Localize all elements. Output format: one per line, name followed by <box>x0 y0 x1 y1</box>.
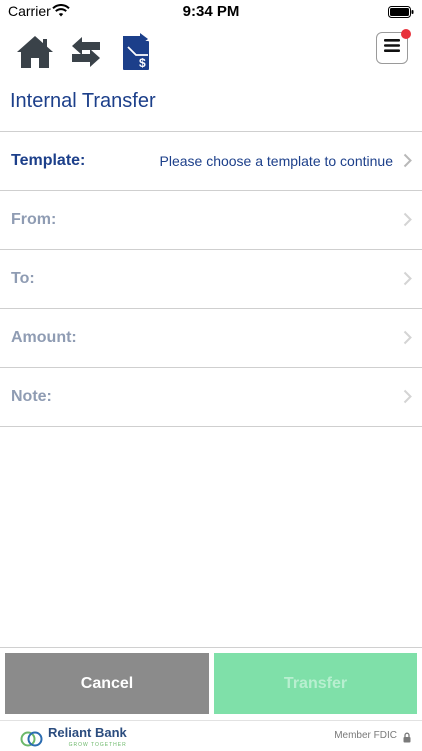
page-title: Internal Transfer <box>10 90 156 112</box>
note-row[interactable]: Note: <box>0 368 422 427</box>
transfer-money-icon[interactable]: $ <box>117 32 157 72</box>
note-label: Note: <box>11 388 52 405</box>
fdic-label: Member FDIC <box>334 730 397 741</box>
transfer-arrows-icon[interactable] <box>66 32 106 72</box>
chevron-right-icon <box>403 153 412 173</box>
bank-logo: Reliant Bank GROW TOGETHER <box>20 725 127 751</box>
lock-icon <box>403 730 411 748</box>
toolbar: $ <box>0 28 422 76</box>
divider <box>0 647 422 648</box>
from-label: From: <box>11 211 57 228</box>
amount-label: Amount: <box>11 329 77 346</box>
footer: Reliant Bank GROW TOGETHER Member FDIC <box>0 720 422 751</box>
template-label: Template: <box>11 152 86 169</box>
menu-icon <box>384 39 400 57</box>
status-bar: Carrier 9:34 PM <box>0 0 422 24</box>
transfer-button[interactable]: Transfer <box>214 653 417 714</box>
brand-tagline: GROW TOGETHER <box>68 742 127 748</box>
chevron-right-icon <box>403 330 412 350</box>
home-icon[interactable] <box>15 32 55 72</box>
to-label: To: <box>11 270 35 287</box>
template-value: Please choose a template to continue <box>159 153 394 169</box>
cancel-button[interactable]: Cancel <box>5 653 209 714</box>
brand-name: Reliant Bank <box>48 725 127 740</box>
chevron-right-icon <box>403 389 412 409</box>
menu-button[interactable] <box>376 29 411 64</box>
notification-badge <box>401 29 411 39</box>
chevron-right-icon <box>403 271 412 291</box>
chevron-right-icon <box>403 212 412 232</box>
transfer-form: Template: Please choose a template to co… <box>0 131 422 427</box>
svg-text:$: $ <box>139 56 146 70</box>
template-row[interactable]: Template: Please choose a template to co… <box>0 132 422 191</box>
clock: 9:34 PM <box>182 3 240 20</box>
amount-row[interactable]: Amount: <box>0 309 422 368</box>
from-row[interactable]: From: <box>0 191 422 250</box>
to-row[interactable]: To: <box>0 250 422 309</box>
logo-rings-icon <box>20 731 43 747</box>
battery-icon <box>388 5 414 23</box>
